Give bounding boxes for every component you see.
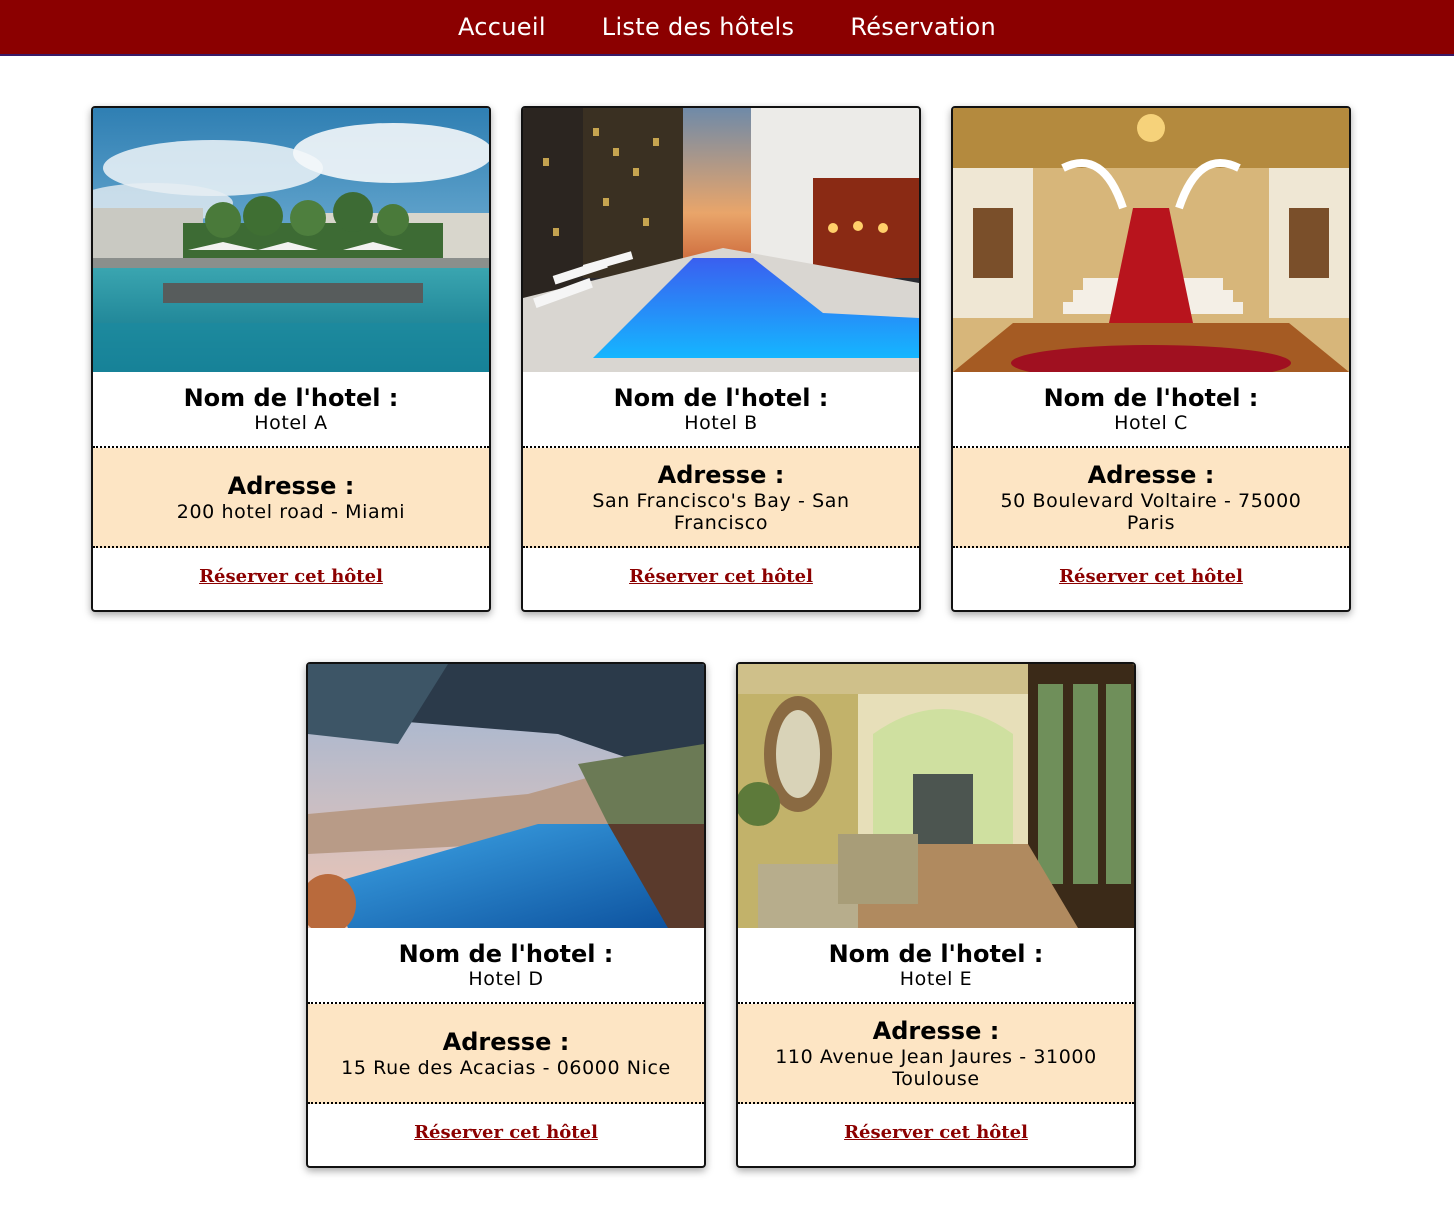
hotel-name-section: Nom de l'hotel : Hotel A	[93, 372, 489, 448]
hotel-name-value: Hotel D	[468, 968, 544, 990]
hotel-image	[308, 664, 704, 928]
hotel-name-value: Hotel C	[1114, 412, 1188, 434]
hotel-name-section: Nom de l'hotel : Hotel B	[523, 372, 919, 448]
hotel-address-value: 200 hotel road - Miami	[176, 501, 406, 523]
hotel-card: Nom de l'hotel : Hotel C Adresse : 50 Bo…	[951, 106, 1351, 612]
hotel-address-label: Adresse :	[657, 461, 785, 489]
hotel-name-label: Nom de l'hotel :	[613, 384, 829, 412]
hotel-address-value: 15 Rue des Acacias - 06000 Nice	[341, 1057, 671, 1079]
hotel-address-label: Adresse :	[442, 1028, 570, 1056]
hotel-address-section: Adresse : 110 Avenue Jean Jaures - 31000…	[738, 1004, 1134, 1104]
book-hotel-link[interactable]: Réserver cet hôtel	[414, 1122, 598, 1143]
hotel-card: Nom de l'hotel : Hotel D Adresse : 15 Ru…	[306, 662, 706, 1168]
hotel-address-value: 110 Avenue Jean Jaures - 31000 Toulouse	[775, 1046, 1097, 1090]
hotel-image	[93, 108, 489, 372]
hotel-image	[738, 664, 1134, 928]
nav-reservation[interactable]: Réservation	[850, 13, 996, 41]
hotel-link-section: Réserver cet hôtel	[308, 1104, 704, 1166]
top-navbar: Accueil Liste des hôtels Réservation	[0, 0, 1454, 56]
nav-liste-des-hotels[interactable]: Liste des hôtels	[602, 13, 795, 41]
book-hotel-link[interactable]: Réserver cet hôtel	[629, 566, 813, 587]
hotel-name-section: Nom de l'hotel : Hotel E	[738, 928, 1134, 1004]
hotel-name-value: Hotel A	[254, 412, 328, 434]
hotel-card: Nom de l'hotel : Hotel E Adresse : 110 A…	[736, 662, 1136, 1168]
hotel-address-label: Adresse :	[1087, 461, 1215, 489]
hotel-image	[953, 108, 1349, 372]
hotel-name-label: Nom de l'hotel :	[1043, 384, 1259, 412]
book-hotel-link[interactable]: Réserver cet hôtel	[1059, 566, 1243, 587]
hotel-card: Nom de l'hotel : Hotel B Adresse : San F…	[521, 106, 921, 612]
book-hotel-link[interactable]: Réserver cet hôtel	[199, 566, 383, 587]
hotel-link-section: Réserver cet hôtel	[953, 548, 1349, 610]
hotel-address-value: 50 Boulevard Voltaire - 75000 Paris	[1000, 490, 1302, 534]
hotel-name-section: Nom de l'hotel : Hotel D	[308, 928, 704, 1004]
hotel-name-label: Nom de l'hotel :	[183, 384, 399, 412]
hotel-link-section: Réserver cet hôtel	[523, 548, 919, 610]
hotel-address-section: Adresse : 50 Boulevard Voltaire - 75000 …	[953, 448, 1349, 548]
hotel-name-section: Nom de l'hotel : Hotel C	[953, 372, 1349, 448]
hotel-name-label: Nom de l'hotel :	[398, 940, 614, 968]
hotel-name-value: Hotel E	[899, 968, 973, 990]
hotel-address-section: Adresse : San Francisco's Bay - San Fran…	[523, 448, 919, 548]
hotel-card: Nom de l'hotel : Hotel A Adresse : 200 h…	[91, 106, 491, 612]
hotel-link-section: Réserver cet hôtel	[738, 1104, 1134, 1166]
hotel-link-section: Réserver cet hôtel	[93, 548, 489, 610]
hotel-address-label: Adresse :	[227, 472, 355, 500]
hotel-name-label: Nom de l'hotel :	[828, 940, 1044, 968]
hotel-address-value: San Francisco's Bay - San Francisco	[592, 490, 850, 534]
hotel-image	[523, 108, 919, 372]
hotel-name-value: Hotel B	[684, 412, 758, 434]
hotel-address-section: Adresse : 15 Rue des Acacias - 06000 Nic…	[308, 1004, 704, 1104]
book-hotel-link[interactable]: Réserver cet hôtel	[844, 1122, 1028, 1143]
nav-accueil[interactable]: Accueil	[458, 13, 546, 41]
hotel-address-section: Adresse : 200 hotel road - Miami	[93, 448, 489, 548]
hotel-address-label: Adresse :	[872, 1017, 1000, 1045]
